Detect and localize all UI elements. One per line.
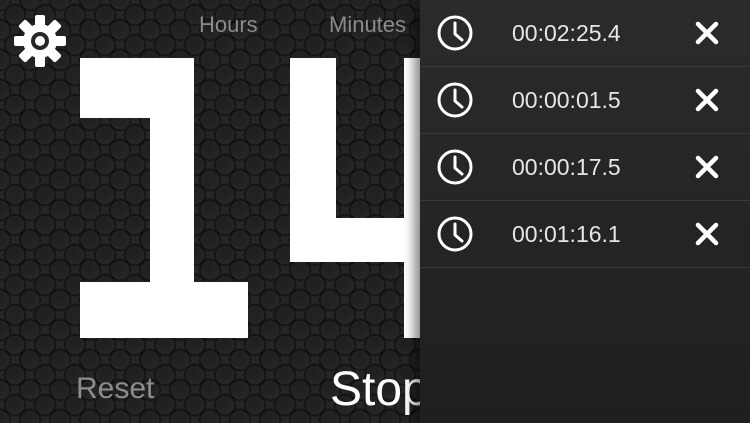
clock-icon: [437, 82, 473, 118]
lap-row: 00:00:17.5: [420, 134, 750, 201]
clock-icon: [437, 216, 473, 252]
delete-lap-button[interactable]: [694, 87, 720, 113]
reset-button[interactable]: Reset: [76, 372, 154, 406]
lap-row: 00:01:16.1: [420, 201, 750, 268]
laps-panel: 00:02:25.4 00:00:01.5 00:00:17.5 00:01:1…: [420, 0, 750, 423]
stop-button[interactable]: Stop: [330, 362, 429, 417]
close-icon: [695, 222, 719, 246]
lap-time: 00:00:01.5: [512, 87, 621, 113]
lap-row: 00:00:01.5: [420, 67, 750, 134]
lap-time: 00:01:16.1: [512, 221, 621, 247]
stopwatch-screen: Hours Minutes Reset Stop 00:02:25.4 00:0…: [0, 0, 750, 423]
close-icon: [695, 21, 719, 45]
minutes-digit-four-partial: [290, 58, 420, 338]
close-icon: [695, 88, 719, 112]
delete-lap-button[interactable]: [694, 221, 720, 247]
hours-digit-one: [80, 58, 248, 338]
clock-icon: [437, 15, 473, 51]
lap-row: 00:02:25.4: [420, 0, 750, 67]
delete-lap-button[interactable]: [694, 154, 720, 180]
lap-time: 00:00:17.5: [512, 154, 621, 180]
clock-icon: [437, 149, 473, 185]
delete-lap-button[interactable]: [694, 20, 720, 46]
lap-time: 00:02:25.4: [512, 20, 621, 46]
close-icon: [695, 155, 719, 179]
